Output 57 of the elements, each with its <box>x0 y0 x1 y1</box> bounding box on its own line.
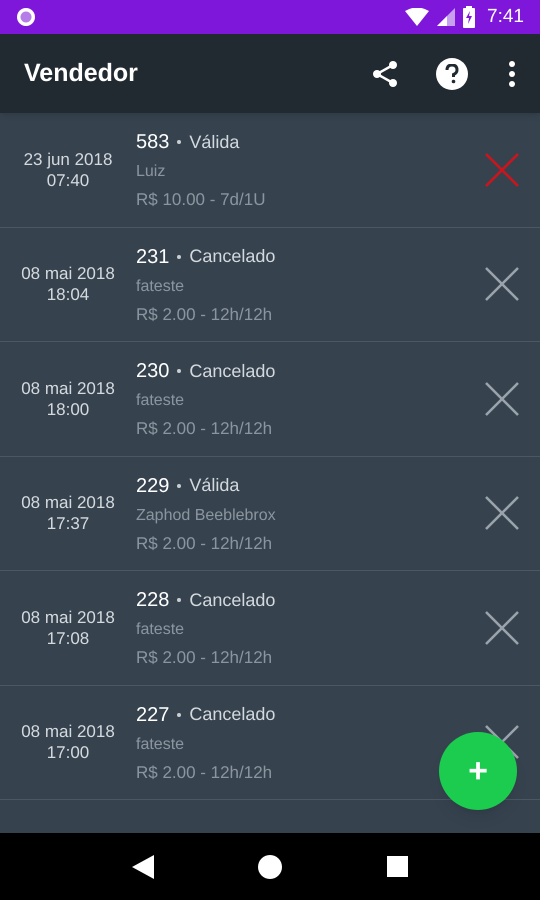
voucher-row[interactable]: 08 mai 2018 17:08 228 Cancelado fateste R$ 2.00 - 12h/12h <box>0 571 540 686</box>
recents-icon[interactable] <box>386 856 408 877</box>
wifi-icon <box>405 8 430 26</box>
voucher-status: Válida <box>189 474 240 497</box>
voucher-price: R$ 2.00 - 12h/12h <box>136 647 272 669</box>
customer-name: fateste <box>136 391 184 411</box>
voucher-status: Cancelado <box>189 703 276 726</box>
voucher-number: 230 <box>136 359 170 384</box>
voucher-time: 17:00 <box>46 742 90 764</box>
close-icon[interactable] <box>484 610 520 646</box>
voucher-time: 07:40 <box>46 170 90 191</box>
close-icon[interactable] <box>484 266 520 302</box>
customer-name: fateste <box>136 734 184 754</box>
voucher-number: 227 <box>136 702 170 728</box>
back-icon[interactable] <box>132 854 154 878</box>
customer-name: Luiz <box>136 162 166 182</box>
share-icon[interactable] <box>370 58 400 88</box>
voucher-price: R$ 2.00 - 12h/12h <box>136 304 272 326</box>
voucher-price: R$ 2.00 - 12h/12h <box>136 532 272 554</box>
voucher-time: 18:04 <box>46 284 90 306</box>
voucher-row[interactable]: 08 mai 2018 17:37 229 Válida Zaphod Beeblebrox R$ 2.00 - 12h/12h <box>0 456 540 571</box>
voucher-price: R$ 2.00 - 12h/12h <box>136 762 272 784</box>
voucher-date: 08 mai 2018 <box>21 263 115 284</box>
voucher-number: 228 <box>136 588 170 613</box>
voucher-date: 08 mai 2018 <box>21 492 115 514</box>
signal-icon <box>437 8 456 26</box>
close-icon[interactable] <box>484 380 520 417</box>
voucher-status: Cancelado <box>189 245 276 268</box>
customer-name: fateste <box>136 276 184 296</box>
notification-icon <box>16 7 36 27</box>
customer-name: fateste <box>136 620 184 640</box>
voucher-status: Cancelado <box>189 360 276 382</box>
voucher-row[interactable]: 08 mai 2018 18:04 231 Cancelado fateste R$ 2.00 - 12h/12h <box>0 228 540 342</box>
clock-time: 7:41 <box>487 4 524 29</box>
battery-icon <box>463 6 476 28</box>
customer-name: Zaphod Beeblebrox <box>136 506 276 526</box>
voucher-date: 08 mai 2018 <box>21 606 115 628</box>
home-icon[interactable] <box>258 854 282 878</box>
voucher-status: Cancelado <box>189 588 276 612</box>
voucher-price: R$ 2.00 - 12h/12h <box>136 418 272 440</box>
voucher-row[interactable]: 23 jun 2018 07:40 583 Válida Luiz R$ 10.00 - 7d/1U <box>0 113 540 228</box>
toolbar-title: Vendedor <box>24 58 139 89</box>
voucher-date: 08 mai 2018 <box>21 378 115 399</box>
voucher-status: Válida <box>189 130 240 154</box>
voucher-row[interactable]: 08 mai 2018 18:00 230 Cancelado fateste R$ 2.00 - 12h/12h <box>0 342 540 456</box>
more-options-icon[interactable] <box>508 60 516 86</box>
voucher-number: 229 <box>136 474 170 498</box>
close-icon[interactable] <box>484 495 520 532</box>
voucher-price: R$ 10.00 - 7d/1U <box>136 189 266 211</box>
help-icon[interactable] <box>436 58 468 90</box>
voucher-time: 18:00 <box>46 398 90 420</box>
voucher-date: 08 mai 2018 <box>21 721 115 742</box>
voucher-number: 583 <box>136 130 170 155</box>
voucher-time: 17:08 <box>46 628 90 649</box>
voucher-number: 231 <box>136 244 170 270</box>
voucher-date: 23 jun 2018 <box>24 148 112 170</box>
voucher-time: 17:37 <box>46 513 90 534</box>
